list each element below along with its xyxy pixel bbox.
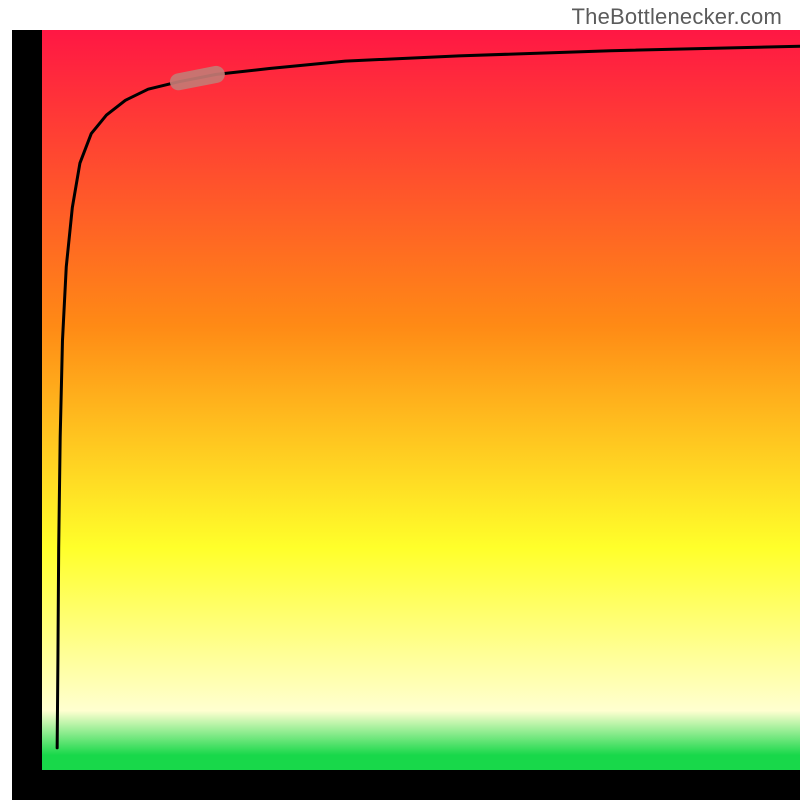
bottleneck-chart [0, 0, 800, 800]
x-axis [12, 770, 800, 800]
attribution-label: TheBottlenecker.com [572, 4, 782, 30]
gradient-background [42, 30, 800, 770]
highlight-marker [178, 74, 216, 81]
chart-container: { "attribution": "TheBottlenecker.com", … [0, 0, 800, 800]
y-axis [12, 30, 42, 800]
